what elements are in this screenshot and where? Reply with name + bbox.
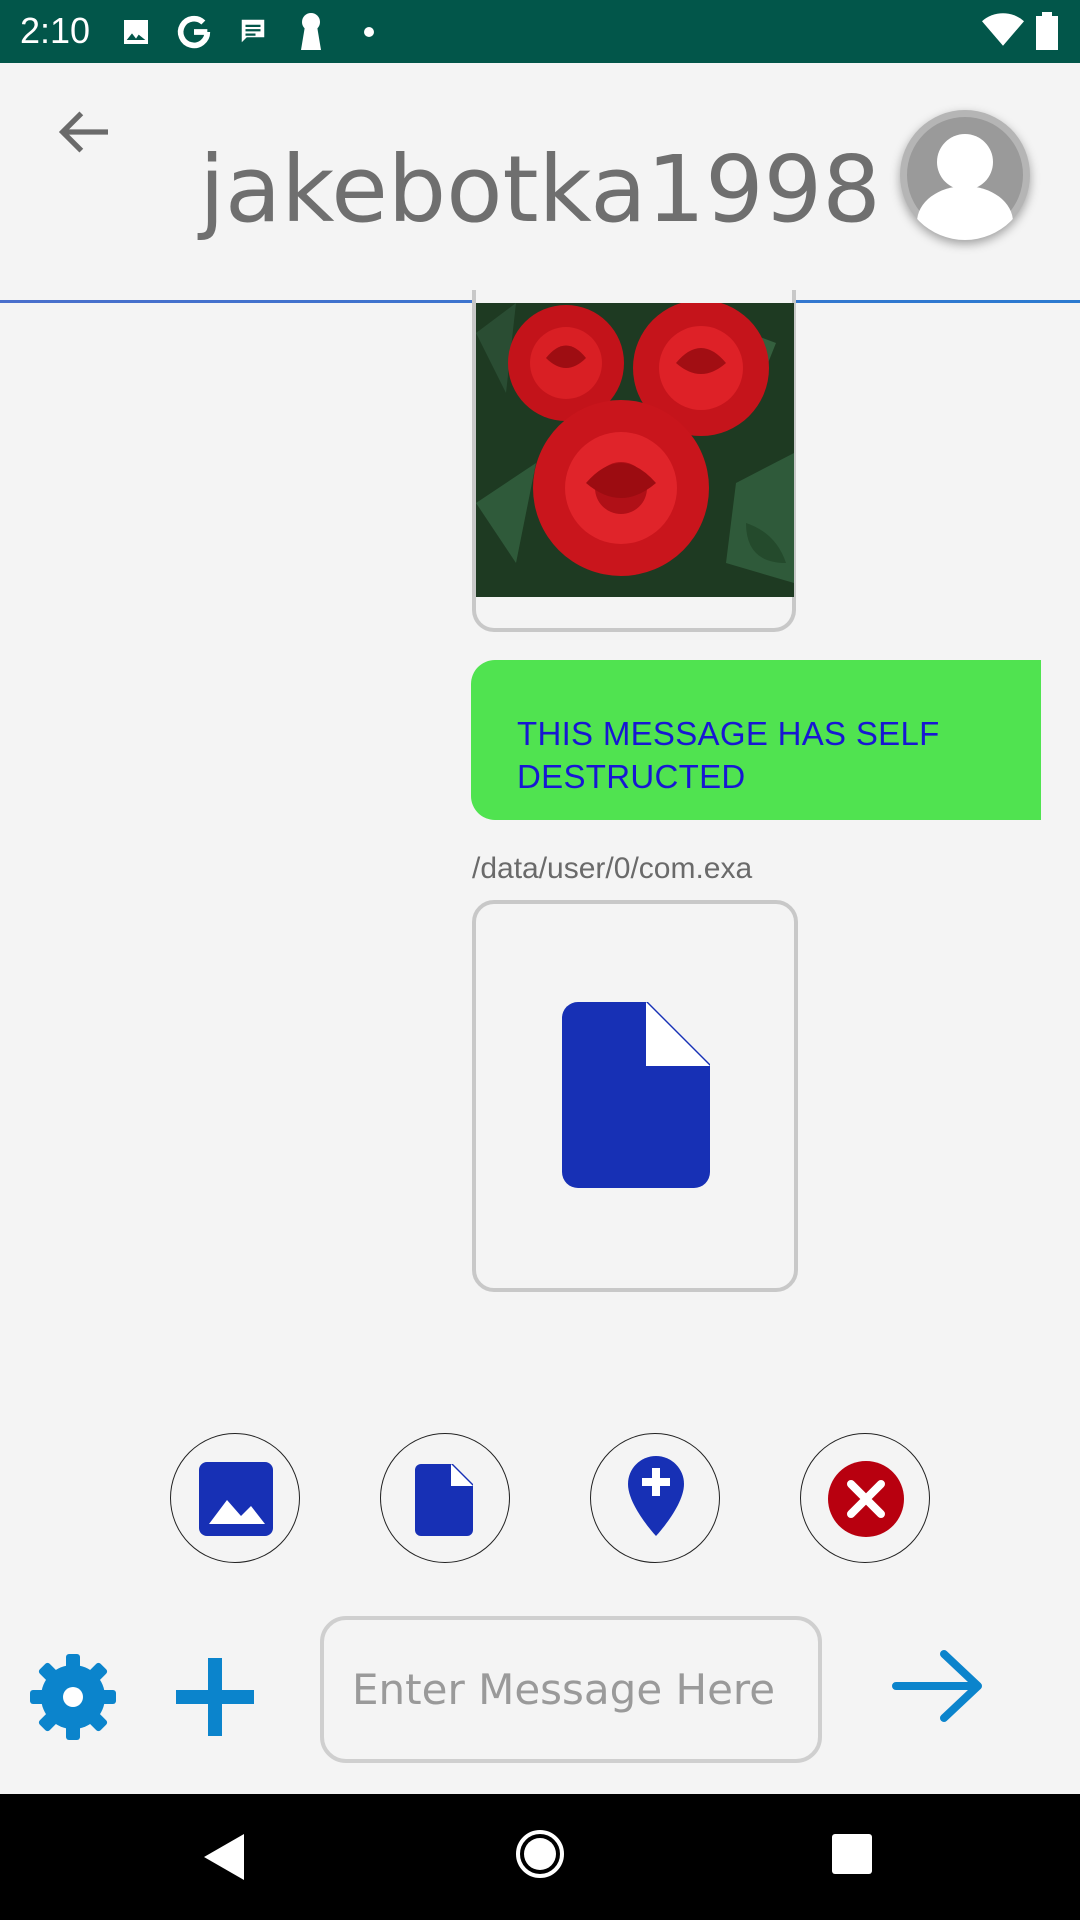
recents-square-icon[interactable] (830, 1832, 874, 1876)
battery-icon (1036, 12, 1058, 50)
cancel-attach-button[interactable] (800, 1433, 930, 1563)
document-icon (415, 1464, 473, 1536)
avatar[interactable] (900, 110, 1030, 240)
text-message-text: THIS MESSAGE HAS SELF DESTRUCTED (517, 715, 940, 795)
keyhole-icon (301, 13, 321, 50)
arrow-right-icon[interactable] (892, 1646, 984, 1726)
status-time: 2:10 (20, 10, 91, 51)
file-message-card[interactable] (472, 900, 798, 1292)
image-attach-button[interactable] (170, 1433, 300, 1563)
plus-icon[interactable] (176, 1658, 254, 1736)
home-circle-icon[interactable] (514, 1828, 566, 1880)
rose-photo[interactable] (476, 303, 794, 597)
photo-icon (476, 303, 794, 597)
file-attach-button[interactable] (380, 1433, 510, 1563)
close-circle-icon (828, 1461, 904, 1537)
image-icon (199, 1462, 273, 1536)
location-attach-button[interactable] (590, 1433, 720, 1563)
wifi-icon (982, 13, 1024, 46)
google-icon (177, 15, 211, 49)
dot-icon (364, 27, 374, 37)
status-bar (0, 0, 1080, 63)
back-triangle-icon[interactable] (200, 1830, 248, 1884)
add-location-icon (628, 1456, 684, 1536)
gear-icon[interactable] (28, 1652, 118, 1742)
person-icon (907, 117, 1023, 240)
file-path-text: /data/user/0/com.exa (472, 852, 753, 885)
image-icon (124, 20, 148, 44)
navigation-bar (0, 1794, 1080, 1920)
file-path-container: /data/user/0/com.exa (472, 848, 802, 898)
message-input[interactable] (320, 1616, 822, 1763)
document-icon (562, 1002, 710, 1188)
message-icon (241, 19, 265, 43)
